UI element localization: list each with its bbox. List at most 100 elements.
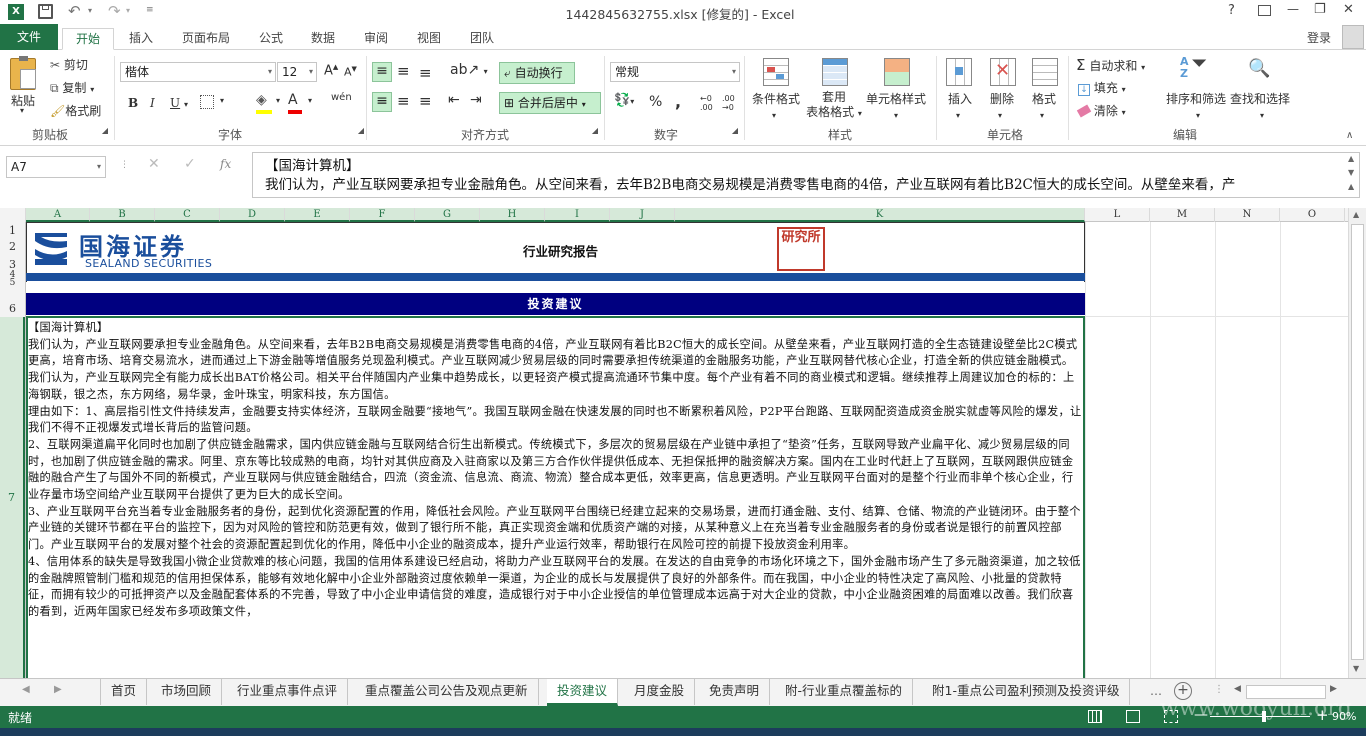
shrink-font-icon[interactable]: A▼ [344, 65, 357, 79]
col-header[interactable]: B [90, 208, 155, 222]
sheet-tab[interactable]: 首页 [100, 679, 148, 705]
sheet-tab-active[interactable]: 投资建议 [547, 679, 619, 706]
increase-indent-icon[interactable]: ⇥ [470, 92, 482, 108]
conditional-format-icon[interactable] [763, 58, 789, 86]
sheet-tab[interactable]: 行业重点事件点评 [227, 679, 349, 705]
font-launcher-icon[interactable]: ◢ [356, 126, 366, 142]
decrease-indent-icon[interactable]: ⇤ [448, 92, 460, 108]
formula-scroll-down-icon[interactable]: ▼ [1348, 168, 1354, 177]
col-header[interactable]: J [610, 208, 675, 222]
bold-button[interactable]: B [128, 96, 138, 110]
insert-cells-button[interactable]: 插入 ▾ [948, 90, 972, 121]
minimize-button[interactable]: — [1287, 2, 1299, 16]
col-header[interactable]: E [285, 208, 350, 222]
delete-cells-icon[interactable]: ✕ [990, 58, 1016, 86]
hscroll-divider-icon[interactable]: ⋮ [1214, 684, 1224, 695]
close-button[interactable]: ✕ [1343, 2, 1354, 17]
align-middle-icon[interactable]: ≡ [397, 62, 410, 80]
row-header[interactable]: 1 [0, 224, 25, 238]
zoom-in-icon[interactable]: + [1316, 706, 1329, 724]
grow-font-icon[interactable]: A▲ [324, 63, 338, 78]
page-layout-view-icon[interactable] [1126, 710, 1140, 723]
find-select-icon[interactable]: 🔍 [1248, 58, 1272, 80]
user-avatar[interactable] [1342, 25, 1364, 49]
name-box[interactable]: A7 ▾ [6, 156, 106, 178]
font-size-select[interactable]: 12 ▾ [277, 62, 317, 82]
formula-collapse-icon[interactable]: ▲ [1348, 182, 1354, 191]
hscroll-right-icon[interactable]: ▶ [1330, 684, 1337, 694]
col-header[interactable]: N [1215, 208, 1280, 222]
align-top-icon[interactable]: ≡ [372, 62, 392, 82]
phonetic-icon[interactable]: wén [331, 92, 352, 103]
percent-button[interactable]: % [649, 94, 662, 110]
save-icon[interactable] [38, 4, 53, 19]
col-header[interactable]: C [155, 208, 220, 222]
align-center-icon[interactable]: ≡ [397, 92, 410, 110]
hscroll-left-icon[interactable]: ◀ [1234, 684, 1241, 694]
font-color-dropdown-icon[interactable]: ▾ [308, 96, 312, 105]
comma-button[interactable]: , [675, 92, 681, 111]
increase-decimal-icon[interactable]: ←0.00 [700, 94, 713, 112]
alignment-launcher-icon[interactable]: ◢ [590, 126, 600, 142]
paste-dropdown-icon[interactable]: ▾ [20, 106, 24, 115]
autosum-button[interactable]: Σ 自动求和 ▾ [1076, 56, 1145, 74]
col-header[interactable]: I [545, 208, 610, 222]
cell-styles-button[interactable]: 单元格样式 ▾ [866, 90, 926, 121]
orientation-icon[interactable]: ab↗ ▾ [450, 62, 488, 78]
italic-button[interactable]: I [150, 96, 155, 110]
insert-function-icon[interactable]: fx [220, 157, 231, 171]
tab-formulas[interactable]: 公式 [250, 28, 292, 50]
font-color-icon[interactable]: A [288, 92, 302, 114]
underline-button[interactable]: U ▾ [170, 96, 188, 110]
cancel-entry-icon[interactable]: ✕ [148, 156, 160, 172]
redo-icon[interactable]: ↷ [108, 2, 121, 20]
fill-color-dropdown-icon[interactable]: ▾ [276, 96, 280, 105]
tab-data[interactable]: 数据 [302, 28, 344, 50]
cell-styles-icon[interactable] [884, 58, 910, 86]
wrap-text-button[interactable]: ⤶ 自动换行 [499, 62, 575, 84]
number-launcher-icon[interactable]: ◢ [730, 126, 740, 142]
delete-cells-button[interactable]: 删除 ▾ [990, 90, 1014, 121]
col-header[interactable]: K [675, 208, 1085, 222]
border-dropdown-icon[interactable]: ▾ [220, 96, 224, 105]
undo-icon[interactable]: ↶ [68, 2, 81, 20]
collapse-ribbon-icon[interactable]: ∧ [1346, 130, 1353, 141]
format-table-button[interactable]: 套用 表格格式 ▾ [806, 90, 862, 121]
paste-icon[interactable] [10, 56, 36, 90]
scroll-up-icon[interactable]: ▲ [1353, 210, 1359, 219]
worksheet-grid[interactable]: 国海证券 SEALAND SECURITIES 行业研究报告 研究所 投资建议 … [26, 222, 1348, 678]
normal-view-icon[interactable] [1088, 710, 1102, 723]
align-right-icon[interactable]: ≡ [419, 92, 432, 110]
tab-team[interactable]: 团队 [461, 28, 503, 50]
tab-scroll-left-icon[interactable]: ◀ [22, 684, 30, 695]
col-header[interactable]: D [220, 208, 285, 222]
col-header[interactable]: G [415, 208, 480, 222]
undo-dropdown-icon[interactable]: ▾ [88, 6, 92, 15]
accounting-format-icon[interactable]: 💱▾ [614, 93, 634, 108]
help-button[interactable]: ? [1228, 3, 1235, 18]
border-icon[interactable] [200, 95, 214, 109]
row-header[interactable]: 2 [0, 240, 25, 254]
clipboard-launcher-icon[interactable]: ◢ [100, 126, 110, 142]
restore-button[interactable]: ❐ [1314, 2, 1326, 17]
scroll-down-icon[interactable]: ▼ [1353, 664, 1359, 673]
merge-center-button[interactable]: ⊞ 合并后居中 ▾ [499, 92, 601, 114]
row-header[interactable]: 7 [0, 317, 25, 678]
select-all-corner[interactable] [0, 208, 26, 222]
sort-filter-button[interactable]: 排序和筛选 ▾ [1166, 90, 1226, 121]
tab-home[interactable]: 开始 [62, 28, 114, 50]
format-cells-icon[interactable] [1032, 58, 1058, 86]
align-bottom-icon[interactable]: ≡ [419, 64, 432, 82]
find-select-button[interactable]: 查找和选择 ▾ [1230, 90, 1290, 121]
format-table-icon[interactable] [822, 58, 848, 86]
cut-button[interactable]: ✂ 剪切 [50, 56, 88, 73]
col-header[interactable]: M [1150, 208, 1215, 222]
tab-page-layout[interactable]: 页面布局 [172, 28, 240, 50]
decrease-decimal-icon[interactable]: .00 →0 [722, 94, 735, 112]
scroll-thumb[interactable] [1351, 224, 1364, 660]
fill-color-icon[interactable]: ◈ [256, 92, 272, 114]
col-header[interactable]: L [1085, 208, 1150, 222]
sheet-tab[interactable]: 附-行业重点覆盖标的 [775, 679, 914, 705]
format-cells-button[interactable]: 格式 ▾ [1032, 90, 1056, 121]
sort-filter-icon[interactable]: A Z ⏷ [1180, 55, 1206, 80]
